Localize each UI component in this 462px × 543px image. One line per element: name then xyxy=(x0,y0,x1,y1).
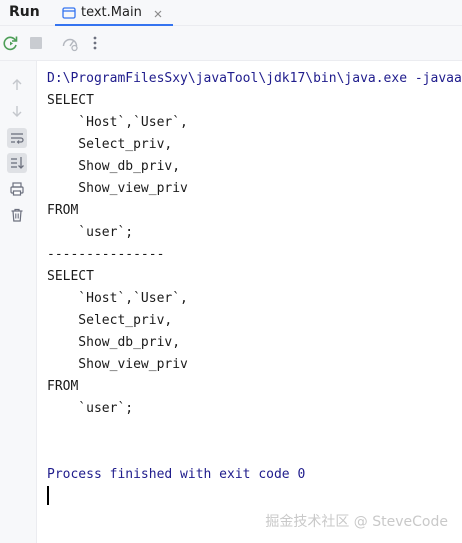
soft-wrap-icon[interactable] xyxy=(7,128,27,148)
tab-label: text.Main xyxy=(81,5,142,20)
console-line: SELECT xyxy=(47,269,94,284)
console-line: Select_priv, xyxy=(47,137,173,152)
console-tab-icon xyxy=(62,5,76,19)
more-options-icon[interactable] xyxy=(86,34,104,52)
up-arrow-icon[interactable] xyxy=(7,75,27,95)
console-line: `Host`,`User`, xyxy=(47,291,188,306)
console-output[interactable]: D:\ProgramFilesSxy\javaTool\jdk17\bin\ja… xyxy=(37,61,462,543)
rerun-icon[interactable] xyxy=(2,34,20,52)
down-arrow-icon[interactable] xyxy=(7,101,27,121)
console-line: Show_db_priv, xyxy=(47,159,181,174)
trash-icon[interactable] xyxy=(7,205,27,225)
text-caret xyxy=(47,486,49,505)
scroll-to-end-icon[interactable] xyxy=(7,153,27,173)
console-line: Show_view_priv xyxy=(47,357,188,372)
console-line: SELECT xyxy=(47,93,94,108)
run-tool-window-header: Run text.Main xyxy=(0,0,462,26)
java-command-line: D:\ProgramFilesSxy\javaTool\jdk17\bin\ja… xyxy=(47,71,462,86)
stop-icon[interactable] xyxy=(27,34,45,52)
console-side-toolbar xyxy=(0,61,37,543)
console-line: `Host`,`User`, xyxy=(47,115,188,130)
console-line: FROM xyxy=(47,379,79,394)
watermark: 掘金技术社区 @ SteveCode xyxy=(265,514,448,530)
console-line: `user`; xyxy=(47,225,134,240)
console-line: `user`; xyxy=(47,401,134,416)
exit-status-line: Process finished with exit code 0 xyxy=(47,467,306,482)
tab-text-main[interactable]: text.Main xyxy=(55,0,173,26)
run-tool-window-title: Run xyxy=(9,4,40,20)
close-icon[interactable] xyxy=(152,5,164,18)
print-icon[interactable] xyxy=(7,179,27,199)
console-line: FROM xyxy=(47,203,79,218)
profiler-icon[interactable] xyxy=(61,34,79,52)
console-line: Select_priv, xyxy=(47,313,173,328)
console-line: Show_view_priv xyxy=(47,181,188,196)
console-line: Show_db_priv, xyxy=(47,335,181,350)
run-toolbar xyxy=(0,26,462,61)
separator-line: --------------- xyxy=(47,247,165,262)
